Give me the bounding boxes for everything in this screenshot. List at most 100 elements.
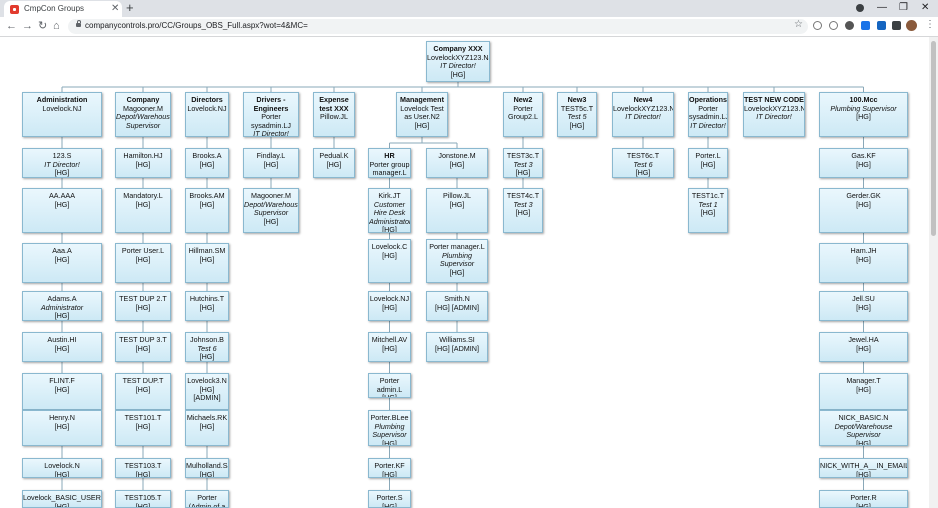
address-bar[interactable]: companycontrols.pro/CC/Groups_OBS_Full.a… [68,19,808,34]
member-node[interactable]: Kirk.JT Customer Hire Desk Administrator[… [368,188,411,233]
member-node[interactable]: TEST1c.T Test 1 [HG] [688,188,728,233]
member-node[interactable]: Hamilton.HJ [HG] [115,148,171,178]
lock-icon[interactable] [76,20,81,27]
subgroup-header-node[interactable]: Jonstone.M [HG] [426,148,488,178]
new-tab-icon[interactable]: + [126,1,134,15]
member-node[interactable]: Pedual.K [HG] [313,148,355,178]
member-node[interactable]: TEST6c.T Test 6 [HG] [612,148,674,178]
root-node[interactable]: Company XXX LovelockXYZ123.NJ IT Director!… [426,41,490,82]
group-header-node[interactable]: Directors Lovelock.NJ [185,92,229,137]
group-header-node[interactable]: Company Magooner.M Depot/Warehouse Supervi… [115,92,171,137]
node-group-tag: [HG] [54,421,70,431]
member-node[interactable]: TEST DUP 3.T [HG] [115,332,171,362]
member-node[interactable]: Brooks.A [HG] [185,148,229,178]
forward-icon[interactable]: → [22,19,33,33]
close-window-icon[interactable]: ✕ [921,1,929,15]
member-node[interactable]: Gerder.GK [HG] [819,188,908,233]
member-node[interactable]: TEST103.T [HG] [115,458,171,478]
member-node[interactable]: Mandatory.L [HG] [115,188,171,233]
home-icon[interactable]: ⌂ [53,19,60,33]
member-node[interactable]: Hillman.SM [HG] [185,243,229,283]
maximize-icon[interactable]: ❐ [899,1,908,15]
member-node[interactable]: Porter.S [HG] [368,490,411,508]
member-node[interactable]: Mulholland.SJ [HG] [185,458,229,478]
member-node[interactable]: Porter User.L [HG] [115,243,171,283]
member-node[interactable]: Brooks.AM [HG] [185,188,229,233]
member-node[interactable]: Williams.SI [HG] [ADMIN] [426,332,488,362]
member-node[interactable]: Hutchins.T [HG] [185,291,229,321]
browser-tab[interactable]: CmpCon Groups ✕ [4,1,122,17]
group-header-node[interactable]: Drivers - Engineers Porter sysadmin.LJ IT … [243,92,299,137]
member-node[interactable]: Lovelock.NJ [HG] [368,291,411,321]
more-options-icon[interactable]: ⋮ [925,19,935,31]
group-header-node[interactable]: New2 Porter Group2.L [503,92,543,137]
member-node[interactable]: Ham.JH [HG] [819,243,908,283]
member-node[interactable]: Magooner.M Depot/Warehouse Supervisor [HG] [243,188,299,233]
node-group-tag: [HG] [199,199,215,209]
member-node[interactable]: Lovelock3.N [HG] [ADMIN] [185,373,229,410]
group-header-node[interactable]: New3 TEST5c.T Test 5 [HG] [557,92,597,137]
member-node[interactable]: Manager.T [HG] [819,373,908,410]
member-node[interactable]: Porter.KF [HG] [368,458,411,478]
member-node[interactable]: Henry.N [HG] [22,410,102,446]
group-header-node[interactable]: 100.Mcc Plumbing Supervisor [HG] [819,92,908,137]
group-header-node[interactable]: Operations Porter sysadmin.LJ IT Director! [688,92,728,137]
minimize-icon[interactable]: — [877,1,887,15]
member-node[interactable]: Michaels.RK [HG] [185,410,229,446]
member-node[interactable]: FLINT.F [HG] [22,373,102,410]
member-node[interactable]: Porter manager.L Plumbing Supervisor [HG] [426,239,488,283]
back-icon[interactable]: ← [6,19,17,33]
group-header-node[interactable]: Management Lovelock Test as User.N2 [HG] [396,92,448,137]
tab-strip: CmpCon Groups ✕ + — ❐ ✕ [0,0,938,17]
avatar[interactable] [906,20,917,31]
puzzle-extensions-icon[interactable] [892,21,901,30]
group-header-node[interactable]: New4 LovelockXYZ123.NJ IT Director! [612,92,674,137]
member-node[interactable]: NICK_WITH_A__IN_EMAIL.N [HG] [819,458,908,478]
member-node[interactable]: Smith.N [HG] [ADMIN] [426,291,488,321]
extension-icon[interactable] [877,21,886,30]
member-node[interactable]: Porter (Admin of a group[HG] [185,490,229,508]
member-node[interactable]: Lovelock_BASIC_USER.N [HG] [22,490,102,508]
reload-icon[interactable]: ↻ [38,19,47,33]
member-node[interactable]: Mitchell.AV [HG] [368,332,411,362]
member-node[interactable]: Porter.L [HG] [688,148,728,178]
member-node[interactable]: Pillow.JL [HG] [426,188,488,233]
group-header-node[interactable]: TEST NEW CODE LovelockXYZ123.NJ IT Directo… [743,92,805,137]
extension-icon[interactable] [845,21,854,30]
member-node[interactable]: Lovelock.N [HG] [22,458,102,478]
extension-icon[interactable] [813,21,822,30]
member-node[interactable]: TEST101.T [HG] [115,410,171,446]
url-text[interactable]: companycontrols.pro/CC/Groups_OBS_Full.a… [85,21,308,30]
member-node[interactable]: Porter admin.L [HG] [368,373,411,398]
node-group-tag: [HG] [54,254,70,264]
member-node[interactable]: Johnson.B Test 6 [HG] [185,332,229,362]
member-node[interactable]: 123.S IT Director! [HG] [22,148,102,178]
member-node[interactable]: Porter.R [HG] [819,490,908,508]
member-node[interactable]: NICK_BASIC.N Depot/Warehouse Supervisor [H… [819,410,908,446]
bookmark-star-icon[interactable]: ☆ [794,19,803,31]
group-header-node[interactable]: Administration Lovelock.NJ [22,92,102,137]
member-node[interactable]: Gas.KF [HG] [819,148,908,178]
subgroup-header-node[interactable]: HR Porter group manager.L [368,148,411,178]
member-node[interactable]: TEST4c.T Test 3 [HG] [503,188,543,233]
member-node[interactable]: Jewel.HA [HG] [819,332,908,362]
member-node[interactable]: Aaa.A [HG] [22,243,102,283]
member-node[interactable]: Porter.BLee Plumbing Supervisor [HG] [368,410,411,446]
member-node[interactable]: AA.AAA [HG] [22,188,102,233]
member-node[interactable]: TEST3c.T Test 3 [HG] [503,148,543,178]
member-node[interactable]: Lovelock.C [HG] [368,239,411,283]
member-node[interactable]: Adams.A Administrator [HG] [22,291,102,321]
scrollbar-thumb[interactable] [931,41,936,236]
member-node[interactable]: Jell.SU [HG] [819,291,908,321]
member-node[interactable]: TEST DUP 2.T [HG] [115,291,171,321]
member-node[interactable]: TEST DUP.T [HG] [115,373,171,410]
extension-icon[interactable] [861,21,870,30]
extension-icon[interactable] [829,21,838,30]
member-node[interactable]: Austin.HI [HG] [22,332,102,362]
member-node[interactable]: TEST105.T [HG] [115,490,171,508]
member-node[interactable]: Findlay.L [HG] [243,148,299,178]
close-tab-icon[interactable]: ✕ [111,3,119,15]
group-header-node[interactable]: Expense test XXX Pillow.JL [313,92,355,137]
vertical-scrollbar[interactable] [929,37,938,508]
profile-indicator-icon[interactable] [856,4,864,12]
